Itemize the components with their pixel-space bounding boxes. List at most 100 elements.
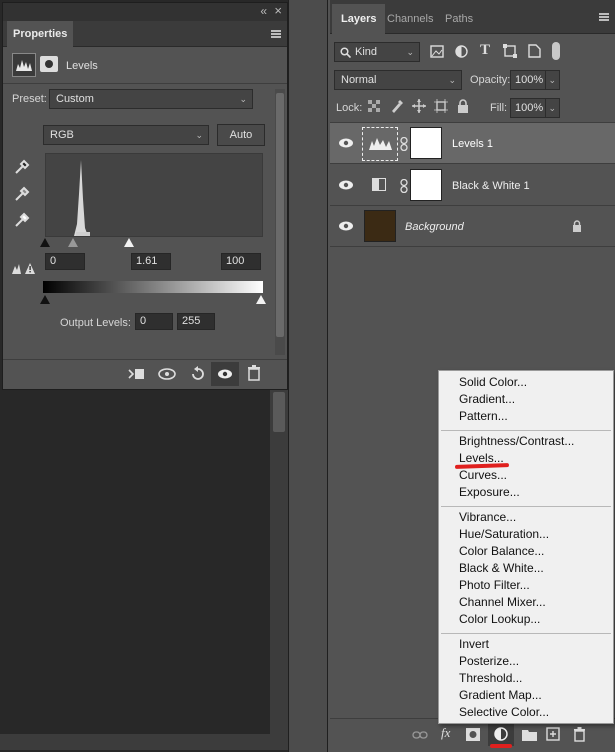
link-icon[interactable] (400, 179, 408, 193)
black-white-adjustment-icon[interactable] (372, 178, 386, 191)
menu-item-pattern[interactable]: Pattern... (459, 408, 508, 425)
lock-artboard-icon[interactable] (434, 99, 448, 113)
output-black-field[interactable]: 0 (135, 313, 173, 330)
output-black-slider[interactable] (40, 295, 50, 304)
input-white-field[interactable]: 100 (221, 253, 261, 270)
close-icon[interactable]: × (274, 3, 282, 18)
delete-layer-icon[interactable] (573, 727, 586, 742)
view-previous-state-icon[interactable] (157, 366, 177, 382)
levels-adjustment-thumbnail[interactable] (362, 127, 398, 161)
gray-point-eyedropper-icon[interactable] (13, 185, 31, 203)
black-point-eyedropper-icon[interactable] (13, 158, 31, 176)
tab-channels[interactable]: Channels (378, 4, 442, 34)
input-white-slider[interactable] (124, 238, 134, 247)
menu-item-brightness-contrast[interactable]: Brightness/Contrast... (459, 433, 574, 450)
tab-properties[interactable]: Properties (7, 21, 74, 47)
eye-icon[interactable] (338, 220, 354, 232)
menu-item-photo-filter[interactable]: Photo Filter... (459, 577, 530, 594)
clipping-warning-icon[interactable] (11, 260, 35, 276)
eye-icon (218, 369, 232, 379)
tab-paths[interactable]: Paths (436, 4, 482, 34)
eye-icon[interactable] (338, 179, 354, 191)
layer-name[interactable]: Black & White 1 (452, 180, 530, 192)
delete-icon[interactable] (247, 365, 261, 381)
reset-icon[interactable] (189, 365, 207, 383)
input-black-slider[interactable] (40, 238, 50, 247)
menu-item-threshold[interactable]: Threshold... (459, 670, 522, 687)
layers-tab-bar: Layers Channels Paths (330, 0, 615, 34)
menu-item-curves[interactable]: Curves... (459, 467, 507, 484)
lock-transparent-pixels-icon[interactable] (368, 100, 380, 112)
input-black-field[interactable]: 0 (45, 253, 85, 270)
filter-pixel-icon[interactable] (430, 45, 444, 58)
properties-panel: « × Properties Levels Preset: Custom ⌄ R… (2, 2, 288, 390)
canvas-scroll-thumb[interactable] (273, 392, 285, 432)
preset-dropdown[interactable]: Custom ⌄ (49, 89, 253, 109)
histogram (45, 153, 263, 237)
menu-item-solid-color[interactable]: Solid Color... (459, 374, 527, 391)
menu-item-gradient[interactable]: Gradient... (459, 391, 515, 408)
output-white-slider[interactable] (256, 295, 266, 304)
input-gamma-slider[interactable] (68, 238, 78, 247)
link-layers-icon[interactable] (412, 729, 428, 741)
filter-shape-icon[interactable] (503, 44, 517, 58)
menu-item-exposure[interactable]: Exposure... (459, 484, 520, 501)
filter-adjustment-icon[interactable] (455, 45, 468, 58)
menu-item-black-white[interactable]: Black & White... (459, 560, 544, 577)
properties-scrollbar[interactable] (275, 89, 285, 355)
layer-row-black-white[interactable]: Black & White 1 (330, 165, 615, 206)
properties-tab-bar: Properties (3, 21, 287, 47)
lock-position-icon[interactable] (412, 99, 426, 113)
filter-toggle-switch[interactable] (552, 42, 560, 60)
background-thumbnail[interactable] (364, 210, 396, 242)
layer-name[interactable]: Levels 1 (452, 138, 493, 150)
menu-separator (441, 633, 611, 634)
visibility-toggle-button[interactable] (211, 362, 239, 386)
new-group-icon[interactable] (522, 728, 537, 741)
canvas-horizontal-scrollbar[interactable] (0, 734, 290, 750)
new-layer-icon[interactable] (546, 727, 560, 741)
layer-row-background[interactable]: Background (330, 206, 615, 247)
menu-item-selective-color[interactable]: Selective Color... (459, 704, 549, 721)
add-mask-icon[interactable] (466, 728, 480, 741)
menu-item-vibrance[interactable]: Vibrance... (459, 509, 516, 526)
lock-label: Lock: (336, 102, 363, 114)
lock-all-icon[interactable] (457, 99, 469, 113)
adjustment-layer-button[interactable] (488, 722, 514, 746)
eye-icon[interactable] (338, 137, 354, 149)
menu-item-channel-mixer[interactable]: Channel Mixer... (459, 594, 546, 611)
canvas-vertical-scrollbar[interactable] (270, 390, 288, 735)
menu-item-color-balance[interactable]: Color Balance... (459, 543, 544, 560)
blend-mode-dropdown[interactable]: Normal ⌄ (334, 70, 462, 90)
clip-to-layer-icon[interactable] (127, 366, 145, 382)
properties-bottom-toolbar (3, 359, 287, 389)
channel-dropdown[interactable]: RGB ⌄ (43, 125, 209, 145)
fill-dropdown[interactable]: ⌄ (545, 98, 560, 118)
layer-row-levels[interactable]: Levels 1 (330, 123, 615, 164)
menu-item-gradient-map[interactable]: Gradient Map... (459, 687, 542, 704)
white-point-eyedropper-icon[interactable] (13, 211, 31, 229)
menu-item-posterize[interactable]: Posterize... (459, 653, 519, 670)
collapse-icon[interactable]: « (260, 4, 267, 18)
filter-smart-object-icon[interactable] (528, 44, 541, 58)
panel-menu-icon[interactable] (599, 13, 609, 21)
menu-item-color-lookup[interactable]: Color Lookup... (459, 611, 540, 628)
opacity-dropdown[interactable]: ⌄ (545, 70, 560, 90)
layer-mask-thumbnail[interactable] (410, 127, 442, 159)
link-icon[interactable] (400, 137, 408, 151)
preset-value: Custom (56, 93, 94, 105)
properties-title-bar[interactable]: « × (3, 3, 287, 21)
panel-menu-icon[interactable] (271, 30, 281, 38)
layer-filter-dropdown[interactable]: Kind ⌄ (334, 42, 420, 62)
filter-type-icon[interactable]: T (480, 42, 490, 59)
input-gamma-field[interactable]: 1.61 (131, 253, 171, 270)
lock-image-pixels-icon[interactable] (390, 99, 404, 113)
layer-mask-icon[interactable] (40, 56, 58, 72)
auto-button[interactable]: Auto (217, 124, 265, 146)
menu-item-hue-saturation[interactable]: Hue/Saturation... (459, 526, 549, 543)
output-white-field[interactable]: 255 (177, 313, 215, 330)
layer-name[interactable]: Background (405, 221, 464, 233)
layer-mask-thumbnail[interactable] (410, 169, 442, 201)
menu-item-invert[interactable]: Invert (459, 636, 489, 653)
layer-style-icon[interactable]: fx (441, 725, 450, 741)
